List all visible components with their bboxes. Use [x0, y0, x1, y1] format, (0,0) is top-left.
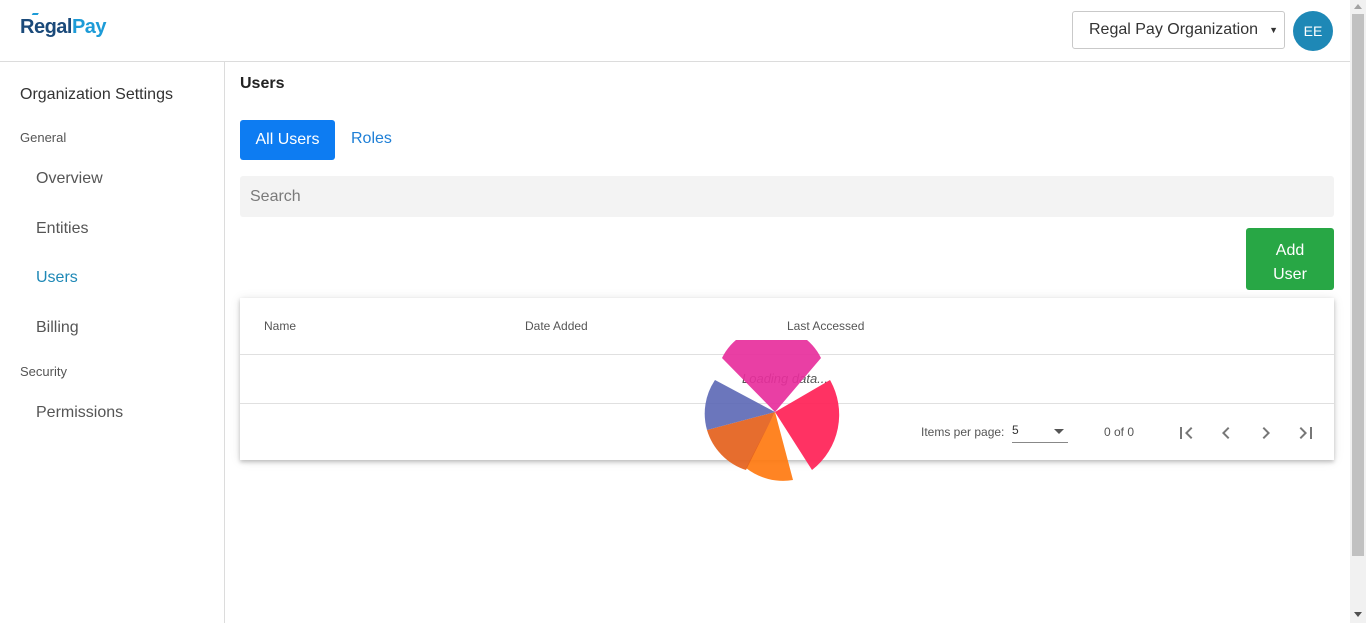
add-user-button[interactable]: Add User — [1246, 228, 1334, 290]
chevron-left-icon — [1222, 427, 1230, 439]
dropdown-caret-icon: ▼ — [1269, 25, 1278, 35]
last-page-icon — [1299, 427, 1312, 439]
add-user-button-label: Add User — [1273, 241, 1307, 283]
tab-roles[interactable]: Roles — [351, 130, 392, 148]
sidebar-item-overview[interactable]: Overview — [36, 170, 103, 188]
table-divider — [240, 403, 1334, 404]
items-per-page-select[interactable]: 5 — [1012, 423, 1068, 443]
paginator-range: 0 of 0 — [1104, 425, 1135, 439]
dropdown-arrow-icon — [1054, 429, 1064, 434]
sidebar-title: Organization Settings — [20, 86, 173, 103]
regalpay-logo[interactable]: RegalPay — [20, 13, 107, 39]
page-title: Users — [240, 75, 285, 92]
column-header-name[interactable]: Name — [264, 319, 296, 333]
users-table-card: Name Date Added Last Accessed Loading da… — [240, 298, 1334, 460]
loading-text: Loading data... — [742, 371, 829, 386]
scroll-up-arrow-icon[interactable] — [1354, 4, 1362, 9]
last-page-button[interactable] — [1294, 421, 1318, 445]
column-header-date-added[interactable]: Date Added — [525, 319, 588, 333]
sidebar-item-permissions[interactable]: Permissions — [36, 404, 123, 422]
items-per-page-label: Items per page: — [921, 425, 1005, 439]
table-divider — [240, 354, 1334, 355]
organization-select-value: Regal Pay Organization — [1089, 21, 1258, 38]
top-header: RegalPay Regal Pay Organization ▼ EE — [0, 0, 1350, 62]
chevron-right-icon — [1262, 427, 1270, 439]
logo-text-regal: Regal — [20, 16, 72, 38]
sidebar: Organization Settings General Overview E… — [0, 62, 225, 623]
sidebar-item-entities[interactable]: Entities — [36, 220, 88, 238]
previous-page-button[interactable] — [1214, 421, 1238, 445]
items-per-page-value: 5 — [1012, 423, 1019, 437]
first-page-icon — [1180, 427, 1193, 439]
tab-all-users[interactable]: All Users — [240, 120, 335, 160]
column-header-last-accessed[interactable]: Last Accessed — [787, 319, 864, 333]
sidebar-item-billing[interactable]: Billing — [36, 319, 79, 337]
sidebar-section-general: General — [20, 130, 67, 145]
search-input[interactable] — [240, 176, 1334, 217]
user-avatar[interactable]: EE — [1293, 11, 1333, 51]
page-scrollbar[interactable] — [1350, 0, 1366, 623]
scrollbar-thumb[interactable] — [1352, 14, 1364, 556]
sidebar-item-users[interactable]: Users — [36, 269, 78, 287]
sidebar-section-security: Security — [20, 364, 67, 379]
logo-text-pay: Pay — [71, 16, 107, 38]
next-page-button[interactable] — [1254, 421, 1278, 445]
organization-select[interactable]: Regal Pay Organization ▼ — [1072, 11, 1285, 49]
first-page-button[interactable] — [1174, 421, 1198, 445]
scroll-down-arrow-icon[interactable] — [1354, 612, 1362, 617]
